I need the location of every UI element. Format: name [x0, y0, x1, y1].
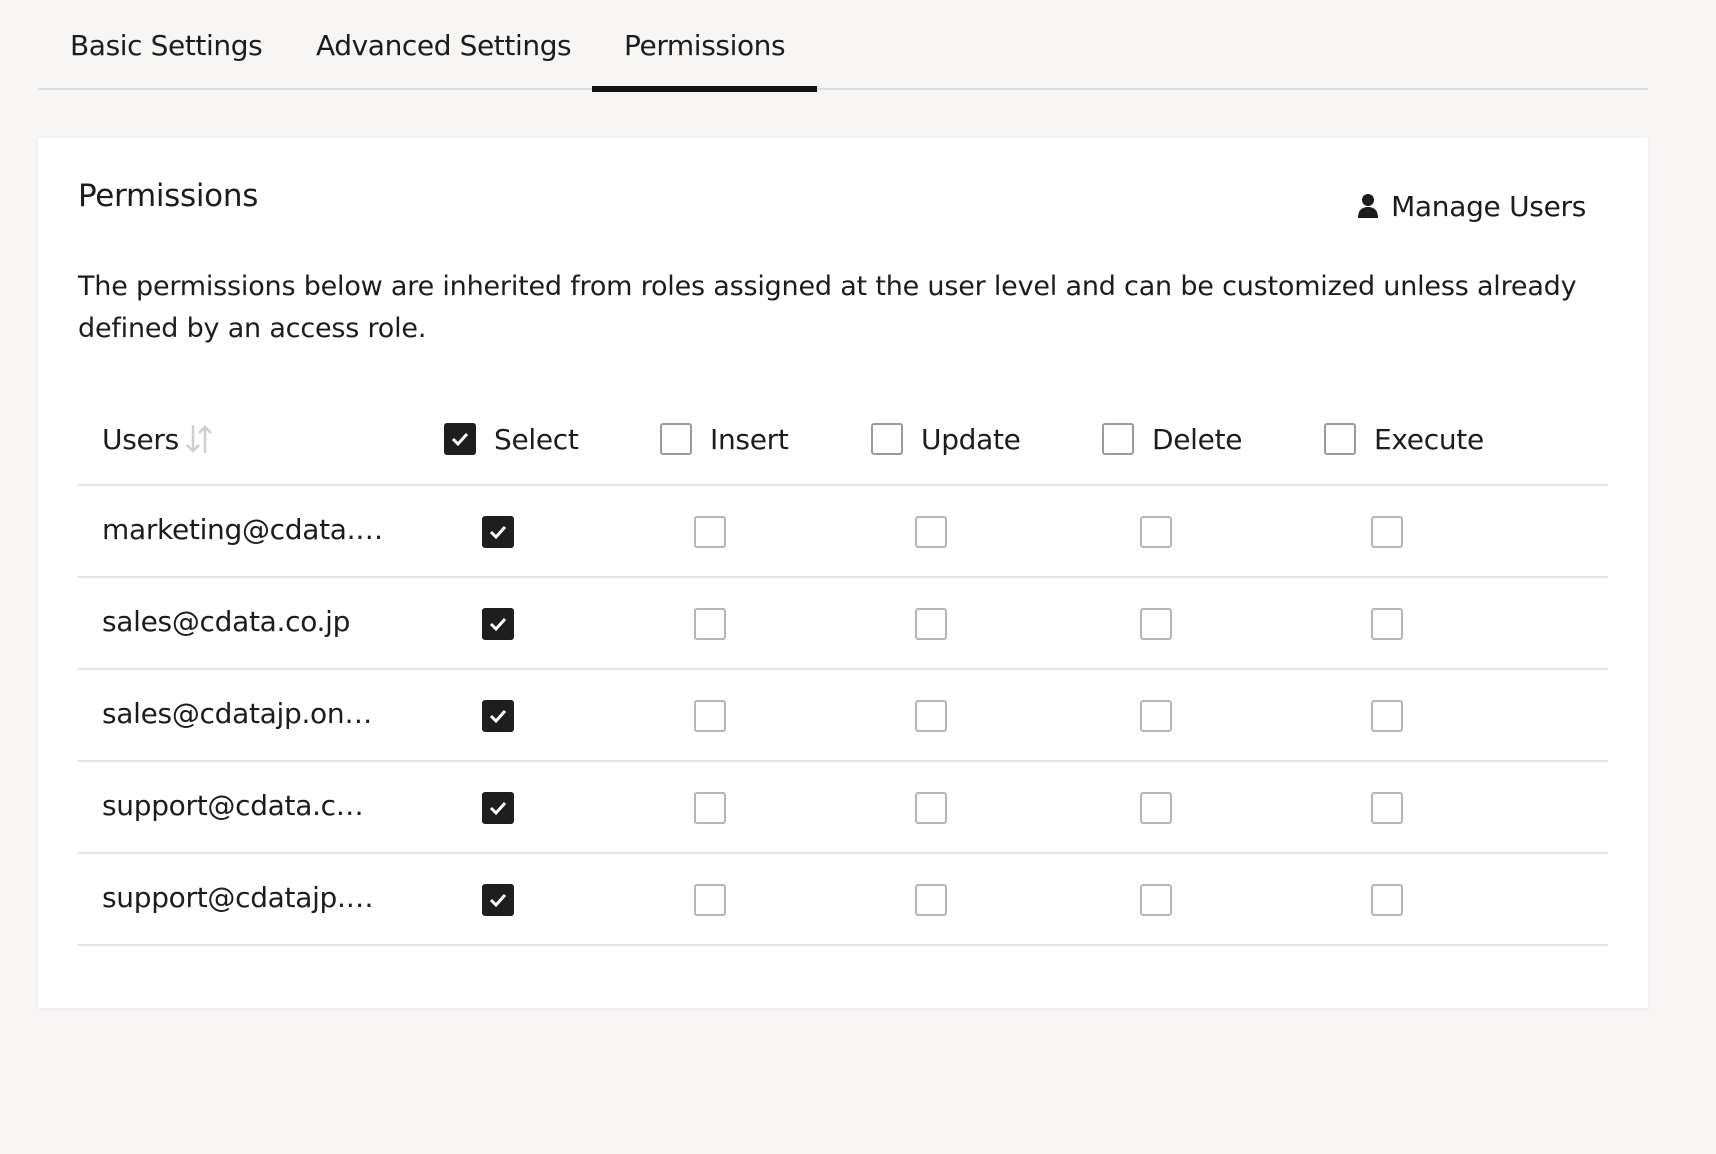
execute-checkbox[interactable] [1371, 516, 1403, 548]
delete-checkbox[interactable] [1140, 608, 1172, 640]
table-row: sales@cdatajp.on… [78, 670, 1608, 762]
manage-users-label: Manage Users [1391, 189, 1586, 223]
delete-checkbox[interactable] [1140, 516, 1172, 548]
check-icon [489, 525, 507, 540]
select-checkbox[interactable] [482, 700, 514, 732]
permissions-table: Users Select Insert Update Delete Execut… [78, 394, 1608, 946]
table-body: marketing@cdata.… sales@cdata.co.jp sale… [78, 486, 1608, 946]
select-checkbox[interactable] [482, 516, 514, 548]
insert-column-label: Insert [710, 422, 789, 456]
delete-all-checkbox[interactable] [1102, 423, 1134, 455]
check-icon [451, 432, 469, 447]
delete-checkbox[interactable] [1140, 884, 1172, 916]
table-header: Users Select Insert Update Delete Execut… [78, 394, 1608, 486]
user-email: sales@cdatajp.on… [102, 697, 373, 730]
settings-tabs: Basic Settings Advanced Settings Permiss… [38, 0, 1648, 92]
tab-basic-settings[interactable]: Basic Settings [38, 0, 294, 90]
select-checkbox[interactable] [482, 792, 514, 824]
users-header-label: Users [102, 422, 179, 456]
table-row: marketing@cdata.… [78, 486, 1608, 578]
delete-column-label: Delete [1152, 422, 1243, 456]
check-icon [489, 617, 507, 632]
tab-permissions[interactable]: Permissions [592, 0, 818, 92]
update-checkbox[interactable] [915, 516, 947, 548]
delete-checkbox[interactable] [1140, 792, 1172, 824]
card-title: Permissions [78, 178, 259, 214]
select-checkbox[interactable] [482, 884, 514, 916]
table-row: support@cdata.c… [78, 762, 1608, 854]
user-email: support@cdata.c… [102, 789, 364, 822]
update-checkbox[interactable] [915, 608, 947, 640]
execute-checkbox[interactable] [1371, 792, 1403, 824]
update-column-header: Update [871, 394, 1021, 484]
select-all-checkbox[interactable] [444, 423, 476, 455]
insert-checkbox[interactable] [694, 884, 726, 916]
user-email: marketing@cdata.… [102, 513, 383, 546]
manage-users-button[interactable]: Manage Users [1357, 186, 1586, 226]
execute-checkbox[interactable] [1371, 608, 1403, 640]
insert-checkbox[interactable] [694, 700, 726, 732]
check-icon [489, 709, 507, 724]
update-all-checkbox[interactable] [871, 423, 903, 455]
table-row: sales@cdata.co.jp [78, 578, 1608, 670]
permissions-description: The permissions below are inherited from… [78, 271, 1577, 344]
select-column-label: Select [494, 422, 579, 456]
insert-checkbox[interactable] [694, 792, 726, 824]
execute-all-checkbox[interactable] [1324, 423, 1356, 455]
insert-all-checkbox[interactable] [660, 423, 692, 455]
permissions-card: Permissions Manage Users The permissions… [38, 138, 1648, 1008]
tab-advanced-settings[interactable]: Advanced Settings [284, 0, 603, 90]
execute-column-label: Execute [1374, 422, 1484, 456]
user-email: support@cdatajp.… [102, 881, 374, 914]
check-icon [489, 801, 507, 816]
table-row: support@cdatajp.… [78, 854, 1608, 946]
update-column-label: Update [921, 422, 1021, 456]
insert-checkbox[interactable] [694, 516, 726, 548]
check-icon [489, 893, 507, 908]
execute-checkbox[interactable] [1371, 884, 1403, 916]
update-checkbox[interactable] [915, 700, 947, 732]
insert-column-header: Insert [660, 394, 789, 484]
execute-checkbox[interactable] [1371, 700, 1403, 732]
user-email: sales@cdata.co.jp [102, 605, 351, 638]
sort-icon[interactable] [183, 421, 215, 457]
select-checkbox[interactable] [482, 608, 514, 640]
execute-column-header: Execute [1324, 394, 1484, 484]
user-icon [1358, 194, 1379, 218]
delete-column-header: Delete [1102, 394, 1243, 484]
delete-checkbox[interactable] [1140, 700, 1172, 732]
insert-checkbox[interactable] [694, 608, 726, 640]
users-column-header[interactable]: Users [102, 394, 215, 484]
update-checkbox[interactable] [915, 884, 947, 916]
update-checkbox[interactable] [915, 792, 947, 824]
select-column-header: Select [444, 394, 579, 484]
